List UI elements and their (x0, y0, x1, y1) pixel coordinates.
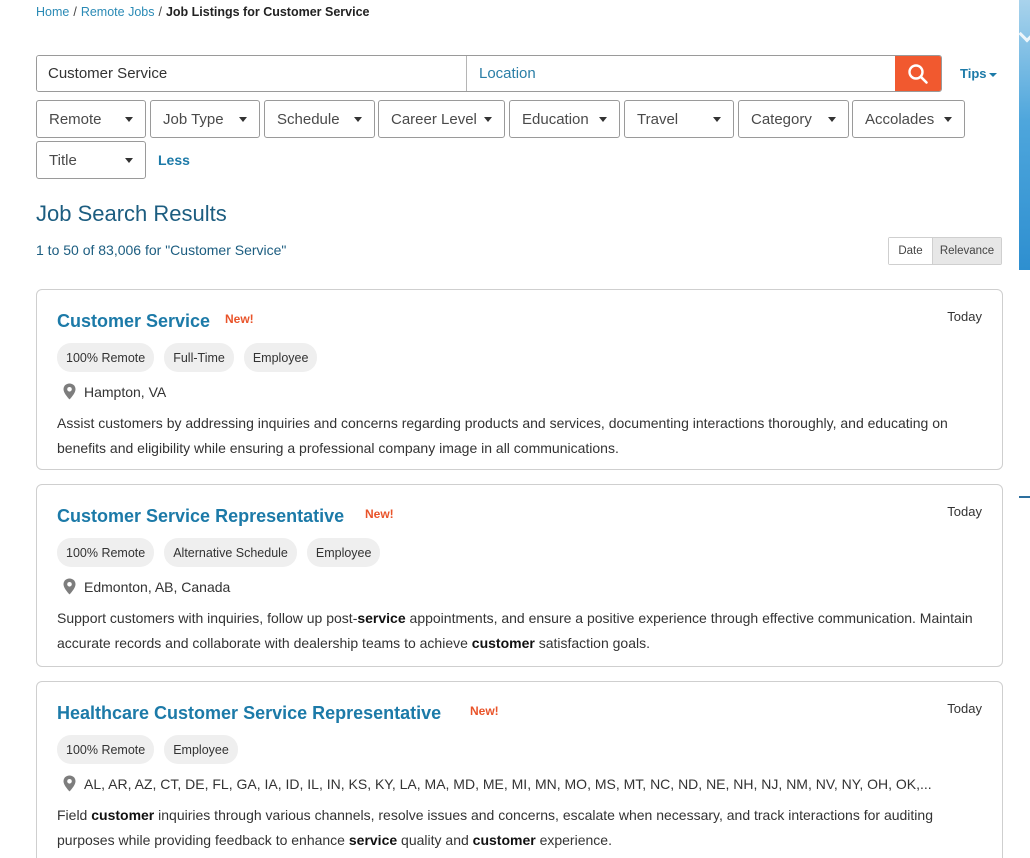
job-location: AL, AR, AZ, CT, DE, FL, GA, IA, ID, IL, … (63, 775, 932, 792)
new-badge: New! (470, 704, 499, 718)
caret-down-icon (125, 157, 133, 163)
filter-travel[interactable]: Travel (624, 100, 734, 138)
tips-label: Tips (960, 66, 987, 81)
caret-down-icon (599, 116, 607, 122)
map-pin-icon (63, 578, 76, 595)
breadcrumb-remote-jobs-link[interactable]: Remote Jobs (81, 5, 155, 19)
breadcrumb: Home / Remote Jobs / Job Listings for Custom… (36, 5, 370, 19)
keyword-highlight: customer (471, 634, 535, 651)
breadcrumb-separator: / (158, 5, 162, 19)
sort-relevance-button[interactable]: Relevance (933, 238, 1001, 264)
keyword-search-input[interactable] (37, 56, 467, 91)
tag-employment: Employee (306, 538, 381, 567)
caret-down-icon (828, 116, 836, 122)
job-description: Field customer inquiries through various… (57, 803, 977, 852)
search-bar (36, 55, 942, 92)
job-card[interactable]: Healthcare Customer Service Representati… (36, 681, 1003, 858)
filter-category-label: Category (751, 110, 812, 128)
keyword-highlight: customer (91, 807, 155, 823)
caret-down-icon (125, 116, 133, 122)
description-text: satisfaction goals. (534, 634, 650, 651)
keyword-highlight: service (348, 831, 398, 848)
tips-dropdown[interactable]: Tips (960, 66, 997, 81)
posted-date: Today (947, 504, 982, 519)
keyword-highlight: customer (472, 831, 536, 848)
description-text: experience. (535, 831, 612, 848)
results-count: 1 to 50 of 83,006 for "Customer Service" (36, 242, 287, 258)
filter-career-level[interactable]: Career Level (378, 100, 505, 138)
results-heading: Job Search Results (36, 201, 227, 226)
breadcrumb-home-link[interactable]: Home (36, 5, 69, 19)
filter-category[interactable]: Category (738, 100, 849, 138)
job-location: Edmonton, AB, Canada (63, 578, 230, 595)
caret-down-icon (944, 116, 952, 122)
filter-remote[interactable]: Remote (36, 100, 146, 138)
tag-schedule: Alternative Schedule (164, 538, 297, 567)
job-location-text: Hampton, VA (84, 383, 167, 400)
new-badge: New! (225, 312, 254, 326)
tag-remote: 100% Remote (57, 735, 155, 764)
side-divider (1019, 496, 1030, 498)
job-location-text: Edmonton, AB, Canada (84, 578, 231, 595)
new-badge: New! (365, 507, 394, 521)
breadcrumb-separator: / (73, 5, 77, 19)
filter-schedule[interactable]: Schedule (264, 100, 375, 138)
caret-down-icon (988, 72, 997, 77)
tag-remote: 100% Remote (57, 538, 155, 567)
description-text: quality and (397, 831, 473, 848)
job-tags: 100% Remote Employee (57, 735, 238, 764)
filter-accolades[interactable]: Accolades (852, 100, 965, 138)
search-button[interactable] (895, 56, 941, 91)
job-title-link[interactable]: Customer Service (57, 311, 210, 332)
filter-job-type-label: Job Type (163, 110, 224, 128)
caret-down-icon (239, 116, 247, 122)
description-text: Field (57, 807, 92, 823)
filter-title-label: Title (49, 151, 77, 169)
job-description: Assist customers by addressing inquiries… (57, 415, 948, 456)
job-tags: 100% Remote Full-Time Employee (57, 343, 318, 372)
filter-schedule-label: Schedule (277, 110, 340, 128)
job-card[interactable]: Customer Service New! Today 100% Remote … (36, 289, 1003, 470)
map-pin-icon (63, 383, 76, 400)
caret-down-icon (354, 116, 362, 122)
job-card[interactable]: Customer Service Representative New! Tod… (36, 484, 1003, 667)
tag-employment: Employee (243, 343, 318, 372)
filter-travel-label: Travel (637, 110, 679, 128)
posted-date: Today (947, 309, 982, 324)
job-tags: 100% Remote Alternative Schedule Employe… (57, 538, 381, 567)
filter-career-level-label: Career Level (391, 110, 477, 128)
filter-title[interactable]: Title (36, 141, 146, 179)
description-text: Support customers with inquiries, follow… (57, 610, 358, 626)
posted-date: Today (947, 701, 982, 716)
filter-remote-label: Remote (49, 110, 102, 128)
sort-date-button[interactable]: Date (889, 238, 933, 264)
breadcrumb-current: Job Listings for Customer Service (165, 5, 370, 19)
search-icon (908, 63, 928, 84)
filter-job-type[interactable]: Job Type (150, 100, 260, 138)
tag-job-type: Full-Time (164, 343, 234, 372)
sort-toggle: Date Relevance (888, 237, 1002, 265)
tag-remote: 100% Remote (57, 343, 155, 372)
job-location: Hampton, VA (63, 383, 166, 400)
job-title-link[interactable]: Customer Service Representative (57, 506, 344, 527)
job-title-link[interactable]: Healthcare Customer Service Representati… (57, 703, 441, 724)
map-pin-icon (63, 775, 76, 792)
side-decoration (1019, 0, 1030, 270)
caret-down-icon (713, 116, 721, 122)
location-input[interactable] (467, 56, 895, 91)
keyword-highlight: service (357, 610, 406, 626)
filter-accolades-label: Accolades (865, 110, 935, 128)
caret-down-icon (484, 116, 492, 122)
filter-education-label: Education (522, 110, 589, 128)
job-location-text: AL, AR, AZ, CT, DE, FL, GA, IA, ID, IL, … (84, 775, 932, 792)
job-description: Support customers with inquiries, follow… (57, 606, 977, 655)
filter-education[interactable]: Education (509, 100, 620, 138)
tag-employment: Employee (164, 735, 238, 764)
less-filters-link[interactable]: Less (158, 152, 190, 168)
